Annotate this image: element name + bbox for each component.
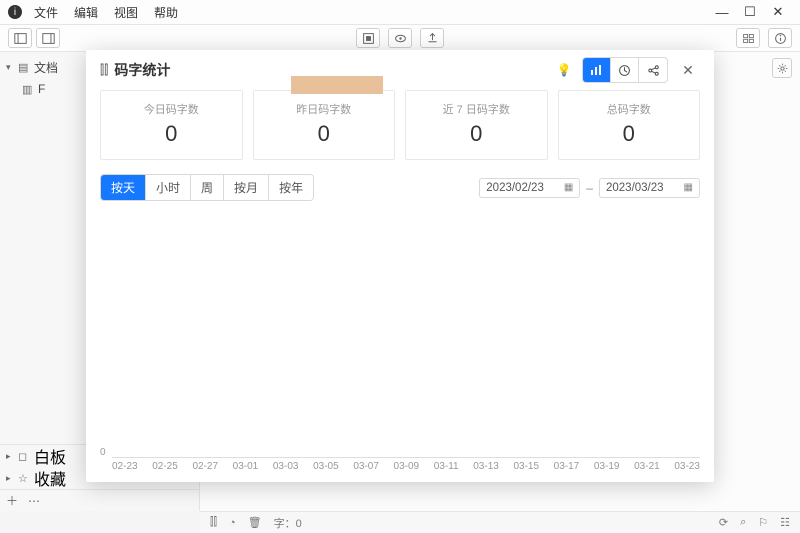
segment-day-button[interactable]: 按天 <box>101 175 146 200</box>
stat-value: 0 <box>406 121 547 147</box>
time-granularity-segment: 按天 小时 周 按月 按年 <box>100 174 314 201</box>
editor-settings-button[interactable] <box>772 58 792 78</box>
chart-x-tick: 02-27 <box>192 461 218 472</box>
menu-help[interactable]: 帮助 <box>154 4 178 21</box>
chart-x-labels: 02-23 02-25 02-27 03-01 03-03 03-05 03-07 03-09… <box>112 461 700 472</box>
stats-modal: ⫿⫿ 码字统计 💡 ✕ 今日码字数 0 昨日码字数 0 近 7 日码字数 0 总… <box>86 50 714 482</box>
chevron-right-icon: ▸ <box>6 473 18 484</box>
more-button[interactable]: ⋯ <box>28 494 40 508</box>
segment-hour-button[interactable]: 小时 <box>146 175 191 200</box>
chart-x-tick: 03-19 <box>594 461 620 472</box>
window-minimize-button[interactable]: — <box>708 0 736 24</box>
tip-button[interactable]: 💡 <box>552 58 576 82</box>
status-search-icon[interactable]: ⌕ <box>740 516 746 529</box>
chart-x-tick: 03-13 <box>473 461 499 472</box>
menu-edit[interactable]: 编辑 <box>74 4 98 21</box>
stats-icon: ⫿⫿ <box>100 62 108 78</box>
title-highlight <box>291 76 383 94</box>
toolbar-focus-button[interactable] <box>356 28 380 48</box>
add-button[interactable]: ＋ <box>6 492 18 509</box>
modal-view-chart-button[interactable] <box>583 58 611 82</box>
segment-month-button[interactable]: 按月 <box>224 175 269 200</box>
toolbar <box>0 24 800 52</box>
status-stats-icon[interactable]: ⫿⫿ <box>210 516 217 529</box>
toolbar-info-button[interactable] <box>768 28 792 48</box>
segment-week-button[interactable]: 周 <box>191 175 224 200</box>
chart-x-tick: 03-21 <box>634 461 660 472</box>
sidebar-file-label: F <box>38 82 45 96</box>
toolbar-panel-right-button[interactable] <box>36 28 60 48</box>
chart-x-tick: 03-11 <box>434 461 459 472</box>
status-sync-icon[interactable]: ⟳ <box>719 516 728 529</box>
chart-x-tick: 02-23 <box>112 461 138 472</box>
toolbar-export-button[interactable] <box>420 28 444 48</box>
date-to-value: 2023/03/23 <box>606 182 664 194</box>
sidebar-item-label: 文档 <box>34 59 58 76</box>
modal-share-button[interactable] <box>639 58 667 82</box>
stat-value: 0 <box>254 121 395 147</box>
status-trash-icon[interactable]: 🗑 <box>248 516 262 529</box>
chevron-right-icon: ▸ <box>6 451 18 462</box>
whiteboard-icon: ◻ <box>18 450 34 463</box>
window-maximize-button[interactable]: ☐ <box>736 0 764 24</box>
stat-label: 近 7 日码字数 <box>406 101 547 117</box>
file-icon: ▥ <box>22 83 38 96</box>
sidebar-item-label: 收藏 <box>34 466 66 490</box>
app-icon: i <box>8 5 22 19</box>
sidebar-item-label: 白板 <box>34 444 66 468</box>
stat-card-total: 总码字数 0 <box>558 90 701 160</box>
stat-label: 今日码字数 <box>101 101 242 117</box>
folder-icon: ▤ <box>18 61 34 74</box>
menubar: i 文件 编辑 视图 帮助 — ☐ ✕ <box>0 0 800 24</box>
date-to-input[interactable]: 2023/03/23 ▦ <box>599 178 700 198</box>
status-word-count: 字：0 <box>274 515 302 531</box>
toolbar-grid-button[interactable] <box>736 28 760 48</box>
chart-x-tick: 03-23 <box>674 461 700 472</box>
controls-row: 按天 小时 周 按月 按年 2023/02/23 ▦ – 2023/03/23 … <box>86 160 714 201</box>
chart-x-tick: 03-09 <box>394 461 420 472</box>
modal-view-history-button[interactable] <box>611 58 639 82</box>
menu-file[interactable]: 文件 <box>34 4 58 21</box>
stat-card-today: 今日码字数 0 <box>100 90 243 160</box>
modal-view-toggle <box>582 57 668 83</box>
stat-label: 昨日码字数 <box>254 101 395 117</box>
menu-view[interactable]: 视图 <box>114 4 138 21</box>
chart-y-tick: 0 <box>100 447 106 458</box>
segment-year-button[interactable]: 按年 <box>269 175 313 200</box>
calendar-icon: ▦ <box>564 182 573 193</box>
chart-x-tick: 03-05 <box>313 461 339 472</box>
date-separator: – <box>586 181 593 195</box>
stat-value: 0 <box>101 121 242 147</box>
chart-x-tick: 03-17 <box>554 461 580 472</box>
chevron-down-icon: ▾ <box>6 62 18 73</box>
toolbar-preview-button[interactable] <box>388 28 412 48</box>
modal-header: ⫿⫿ 码字统计 💡 ✕ <box>86 50 714 90</box>
calendar-icon: ▦ <box>684 182 693 193</box>
status-clock-icon[interactable]: ◔ <box>229 517 236 529</box>
window-close-button[interactable]: ✕ <box>764 0 792 24</box>
chart-x-tick: 02-25 <box>152 461 178 472</box>
stats-chart: 0 02-23 02-25 02-27 03-01 03-03 03-05 03-07 03-… <box>100 209 700 472</box>
stat-value: 0 <box>559 121 700 147</box>
stat-label: 总码字数 <box>559 101 700 117</box>
chart-x-tick: 03-03 <box>273 461 299 472</box>
modal-title: 码字统计 <box>114 60 170 80</box>
status-outline-icon[interactable]: ☷ <box>780 516 790 529</box>
chart-x-tick: 03-01 <box>233 461 259 472</box>
sidebar-footer: ＋ ⋯ <box>0 489 199 511</box>
chart-x-axis <box>112 457 700 458</box>
date-from-input[interactable]: 2023/02/23 ▦ <box>479 178 580 198</box>
star-icon: ☆ <box>18 472 34 485</box>
date-from-value: 2023/02/23 <box>486 182 544 194</box>
chart-x-tick: 03-15 <box>513 461 539 472</box>
statusbar: ⫿⫿ ◔ 🗑 字：0 ⟳ ⌕ ⚐ ☷ <box>200 511 800 533</box>
stat-card-yesterday: 昨日码字数 0 <box>253 90 396 160</box>
status-bookmark-icon[interactable]: ⚐ <box>758 516 768 529</box>
stat-card-7days: 近 7 日码字数 0 <box>405 90 548 160</box>
modal-close-button[interactable]: ✕ <box>676 58 700 82</box>
chart-x-tick: 03-07 <box>353 461 379 472</box>
toolbar-panel-left-button[interactable] <box>8 28 32 48</box>
stat-cards: 今日码字数 0 昨日码字数 0 近 7 日码字数 0 总码字数 0 <box>86 90 714 160</box>
